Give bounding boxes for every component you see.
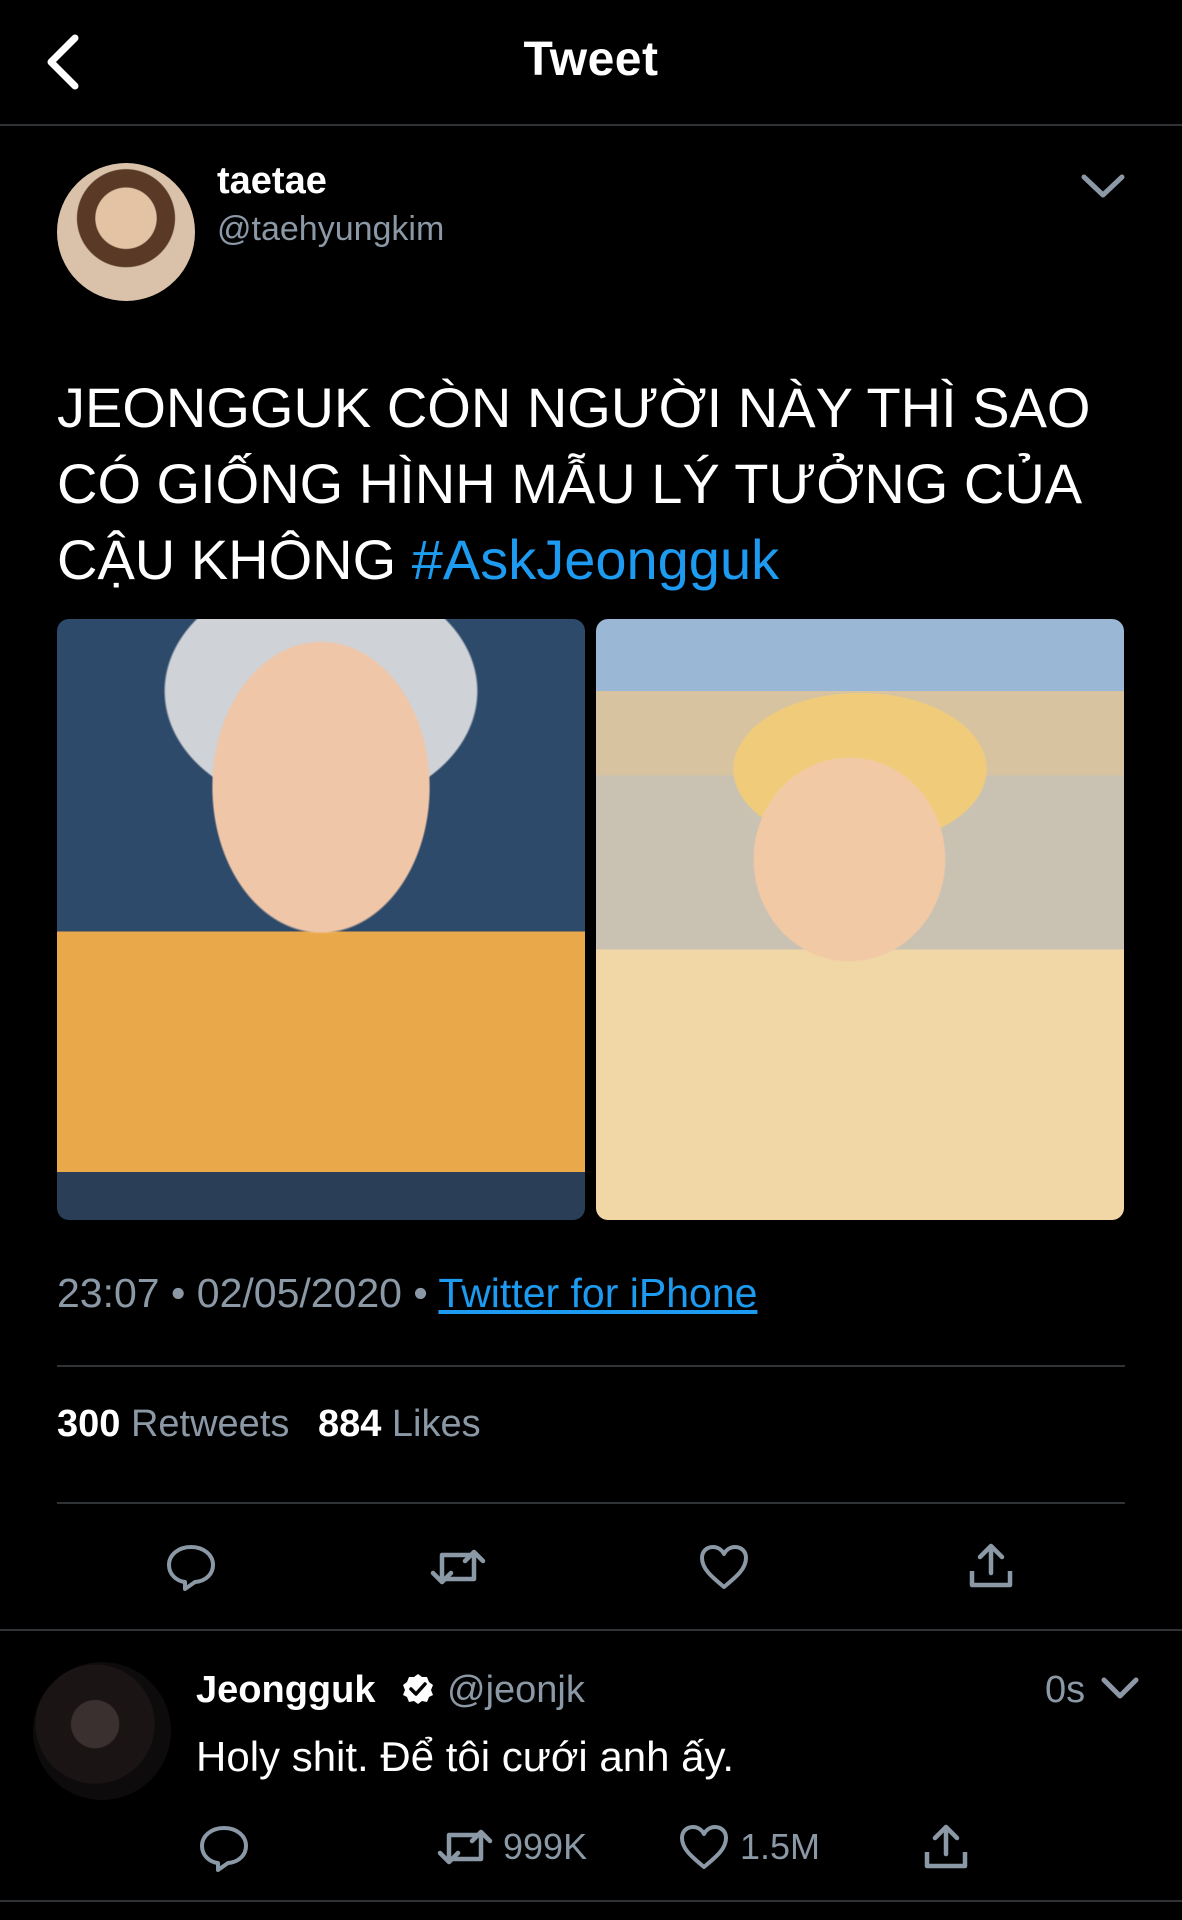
tweet-source-link[interactable]: Twitter for iPhone	[438, 1270, 757, 1316]
reply-reply-button[interactable]	[198, 1824, 250, 1872]
retweets-label: Retweets	[130, 1403, 290, 1445]
reply-like-count: 1.5M	[740, 1826, 821, 1867]
divider	[0, 1629, 1182, 1631]
heart-icon	[700, 1545, 748, 1589]
divider	[0, 1900, 1182, 1902]
retweets-count: 300	[57, 1403, 121, 1445]
tweet-stats: 300 Retweets 884 Likes	[57, 1403, 499, 1446]
tweet-time: 23:07	[57, 1270, 160, 1316]
author-display-name[interactable]: taetae	[217, 160, 327, 203]
share-icon	[924, 1824, 968, 1869]
chevron-down-icon	[1081, 174, 1125, 198]
tweet-photo-1[interactable]	[57, 619, 585, 1220]
share-button[interactable]	[967, 1541, 1015, 1591]
meta-separator: •	[171, 1270, 186, 1316]
verified-badge-icon	[403, 1674, 433, 1704]
author-avatar[interactable]	[57, 163, 195, 301]
retweet-icon	[437, 1829, 493, 1865]
reply-retweet-count: 999K	[503, 1826, 588, 1867]
reply-timestamp: 0s	[1045, 1669, 1086, 1711]
hashtag-link[interactable]: #AskJeongguk	[412, 528, 779, 591]
share-icon	[969, 1543, 1013, 1588]
divider	[57, 1502, 1125, 1504]
reply-retweet-button[interactable]: 999K	[437, 1825, 587, 1869]
reply-button[interactable]	[165, 1543, 217, 1591]
reply-author-handle[interactable]: @jeonjk	[447, 1669, 585, 1712]
divider	[57, 1365, 1125, 1367]
tweet-date: 02/05/2020	[196, 1270, 402, 1316]
reply-text: Holy shit. Để tôi cưới anh ấy.	[196, 1733, 735, 1780]
tweet-meta: 23:07 • 02/05/2020 • Twitter for iPhone	[57, 1270, 757, 1317]
likes-label: Likes	[391, 1403, 481, 1445]
meta-separator: •	[413, 1270, 428, 1316]
page-title: Tweet	[523, 33, 659, 86]
likes-count: 884	[317, 1403, 382, 1445]
reply-author-display-name[interactable]: Jeongguk	[196, 1669, 375, 1712]
retweet-button[interactable]	[430, 1545, 486, 1589]
tweet-photo-2[interactable]	[596, 619, 1124, 1220]
author-handle[interactable]: @taehyungkim	[217, 210, 444, 249]
heart-icon	[680, 1825, 728, 1869]
chevron-down-icon[interactable]	[1100, 1674, 1140, 1704]
likes-stat[interactable]: 884 Likes	[318, 1403, 481, 1445]
retweets-stat[interactable]: 300 Retweets	[57, 1403, 300, 1445]
reply-like-button[interactable]: 1.5M	[678, 1823, 820, 1871]
speech-bubble-icon	[200, 1826, 248, 1872]
tweet-text: JEONGGUK CÒN NGƯỜI NÀY THÌ SAO CÓ GIỐNG …	[57, 370, 1137, 598]
reply-author-avatar[interactable]	[33, 1662, 171, 1800]
top-bar: Tweet	[0, 0, 1182, 126]
like-button[interactable]	[698, 1543, 750, 1591]
speech-bubble-icon	[167, 1545, 215, 1591]
retweet-icon	[430, 1549, 486, 1585]
reply-share-button[interactable]	[922, 1822, 970, 1872]
tweet-options-button[interactable]	[1072, 164, 1134, 208]
